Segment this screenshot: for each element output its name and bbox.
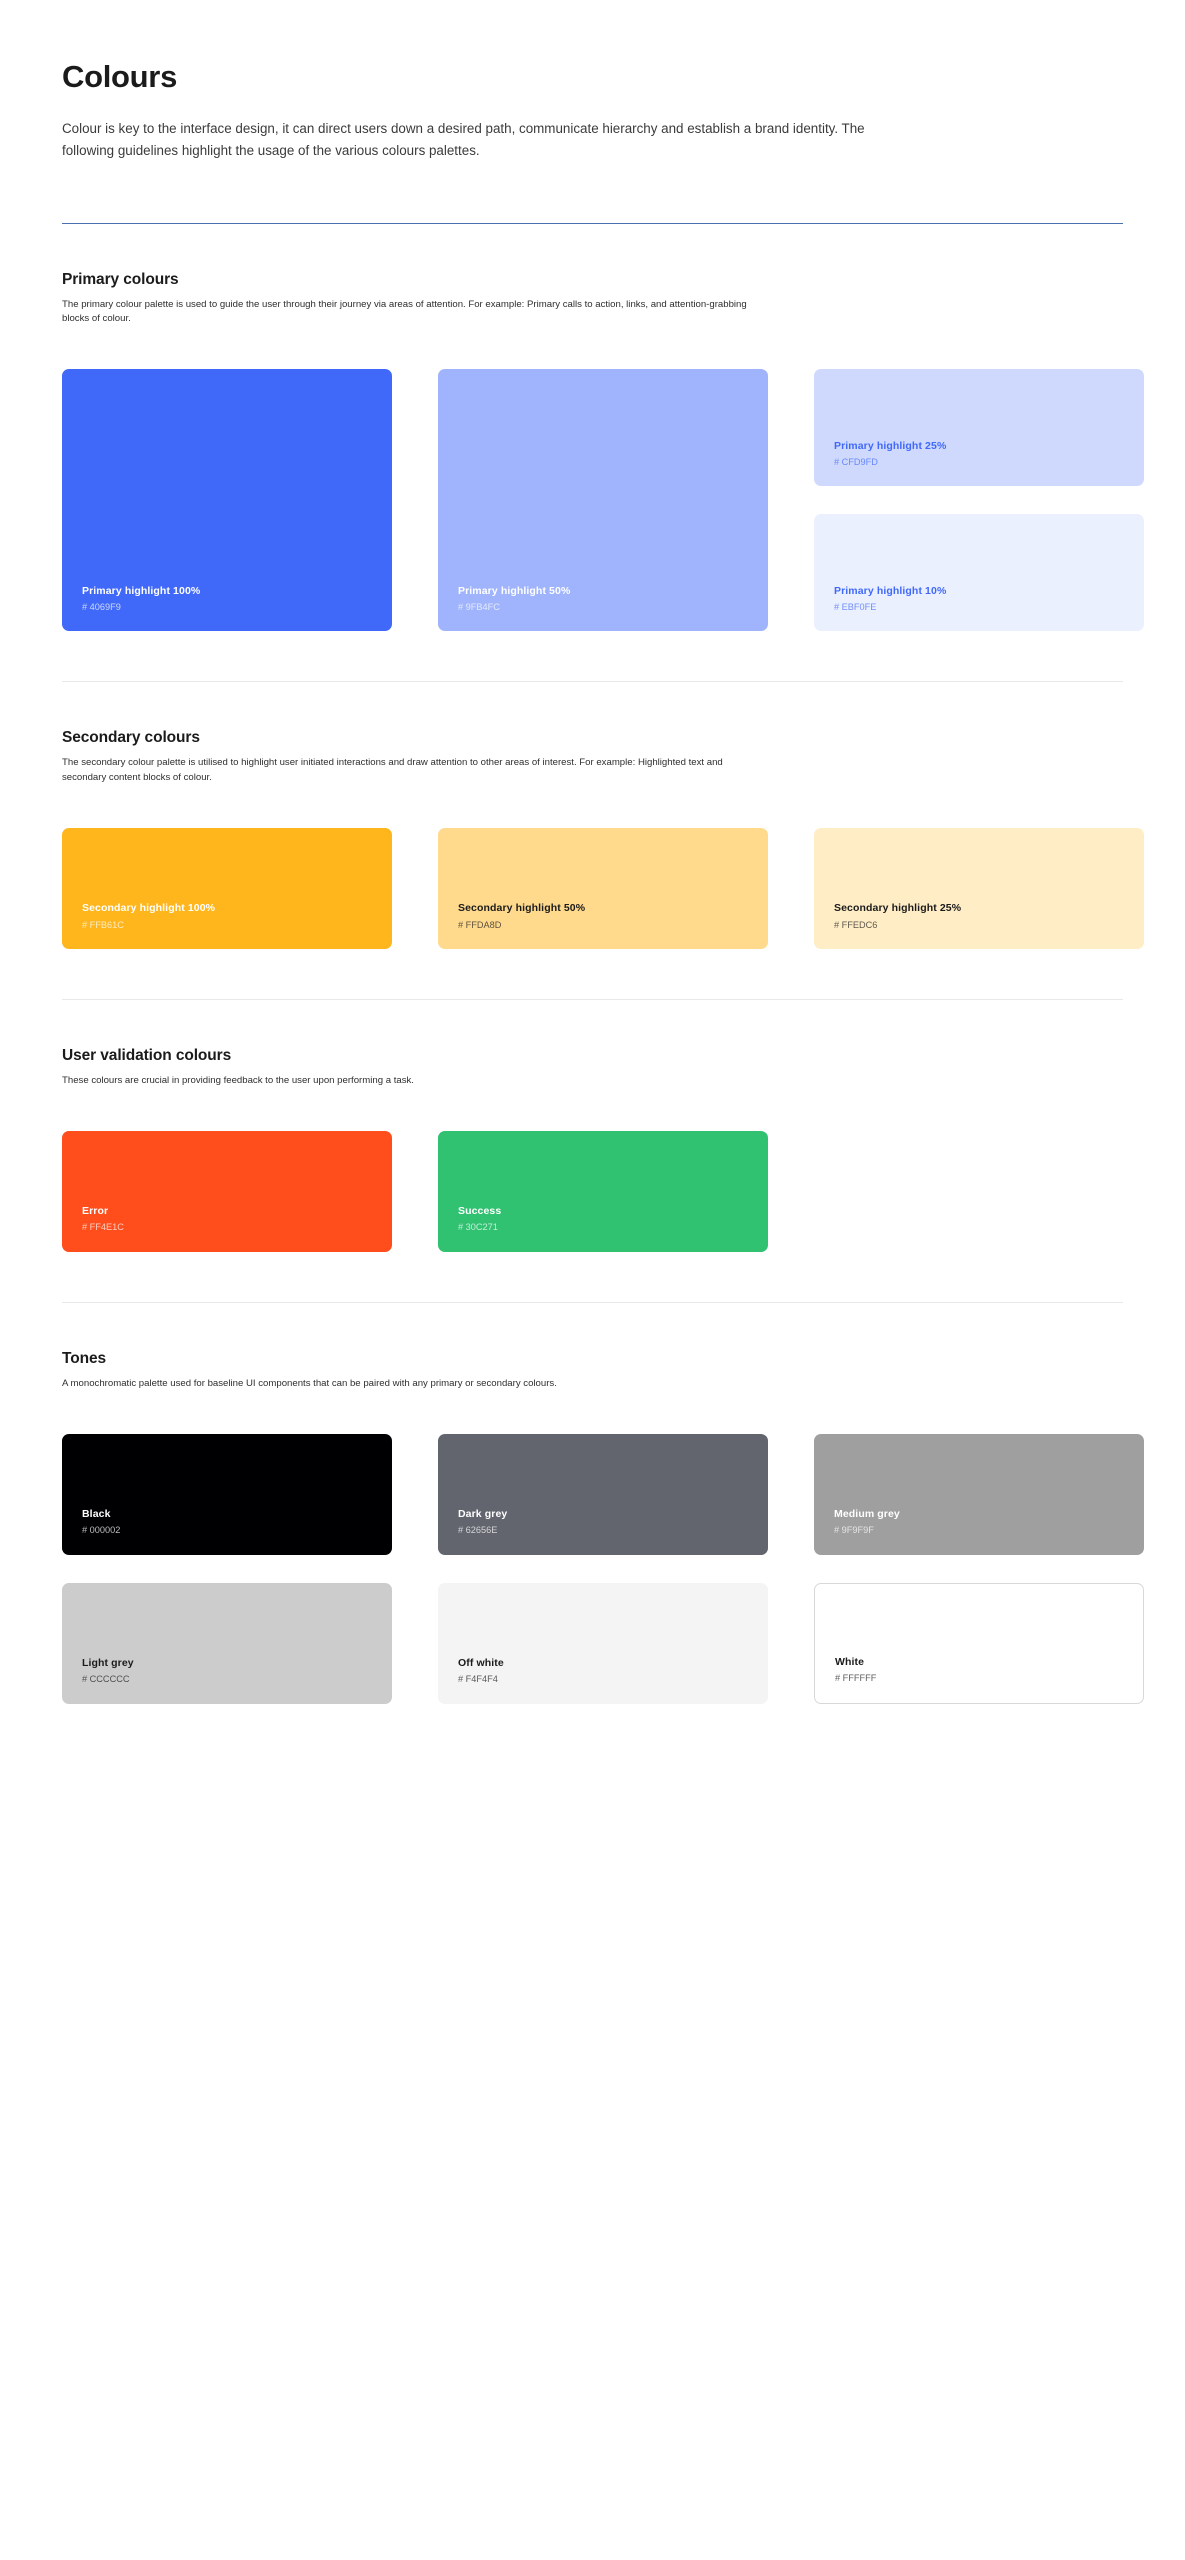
swatch-white[interactable]: White # FFFFFF (814, 1582, 1144, 1704)
primary-swatch-grid: Primary highlight 100% # 4069F9 Primary … (62, 369, 1144, 632)
section-primary-colours: Primary colours The primary colour palet… (62, 224, 1144, 632)
swatch-caption: Primary highlight 100% # 4069F9 (62, 584, 392, 632)
swatch-hex: # 4069F9 (82, 601, 121, 612)
swatch-name: Medium grey (834, 1508, 900, 1521)
swatch-caption: Black # 000002 (62, 1507, 392, 1555)
swatch-caption: Primary highlight 50% # 9FB4FC (438, 584, 768, 632)
swatch-error[interactable]: Error # FF4E1C (62, 1130, 392, 1252)
section-user-validation-colours: User validation colours These colours ar… (62, 1000, 1123, 1252)
swatch-caption: Error # FF4E1C (62, 1204, 392, 1252)
swatch-secondary-100[interactable]: Secondary highlight 100% # FFB61C (62, 828, 392, 950)
swatch-caption: Primary highlight 10% # EBF0FE (814, 584, 1144, 632)
swatch-primary-25[interactable]: Primary highlight 25% # CFD9FD (814, 369, 1144, 487)
swatch-hex: # FF4E1C (82, 1222, 124, 1233)
swatch-name: Off white (458, 1657, 504, 1670)
swatch-name: Error (82, 1205, 109, 1218)
swatch-hex: # 30C271 (458, 1222, 498, 1233)
section-description-primary: The primary colour palette is used to gu… (62, 298, 747, 325)
swatch-caption: Dark grey # 62656E (438, 1507, 768, 1555)
swatch-name: Secondary highlight 100% (82, 902, 216, 915)
swatch-hex: # EBF0FE (834, 601, 877, 612)
page-intro-text: Colour is key to the interface design, i… (62, 121, 865, 158)
section-secondary-colours: Secondary colours The secondary colour p… (62, 682, 1144, 950)
swatch-hex: # F4F4F4 (458, 1674, 498, 1685)
swatch-light-grey[interactable]: Light grey # CCCCCC (62, 1582, 392, 1704)
swatch-caption: Primary highlight 25% # CFD9FD (814, 439, 1144, 487)
swatch-medium-grey[interactable]: Medium grey # 9F9F9F (814, 1433, 1144, 1555)
secondary-swatch-grid: Secondary highlight 100% # FFB61C Second… (62, 828, 1144, 950)
swatch-name: Primary highlight 50% (458, 584, 571, 597)
swatch-secondary-25[interactable]: Secondary highlight 25% # FFEDC6 (814, 828, 1144, 950)
swatch-name: Light grey (82, 1657, 134, 1670)
swatch-name: Secondary highlight 25% (834, 902, 962, 915)
section-description-validation: These colours are crucial in providing f… (62, 1075, 414, 1087)
swatch-name: Black (82, 1508, 111, 1521)
swatch-success[interactable]: Success # 30C271 (438, 1130, 768, 1252)
swatch-caption: Secondary highlight 100% # FFB61C (62, 901, 392, 949)
swatch-caption: White # FFFFFF (815, 1655, 1143, 1703)
swatch-name: Primary highlight 100% (82, 584, 201, 597)
swatch-caption: Light grey # CCCCCC (62, 1656, 392, 1704)
swatch-name: Primary highlight 10% (834, 584, 947, 597)
swatch-black[interactable]: Black # 000002 (62, 1433, 392, 1555)
section-title-tones: Tones (62, 1349, 106, 1367)
swatch-hex: # FFEDC6 (834, 919, 878, 930)
primary-swatch-column-right: Primary highlight 25% # CFD9FD Primary h… (814, 369, 1144, 632)
swatch-hex: # 9FB4FC (458, 601, 500, 612)
section-title-validation: User validation colours (62, 1047, 232, 1065)
swatch-primary-10[interactable]: Primary highlight 10% # EBF0FE (814, 514, 1144, 632)
swatch-caption: Secondary highlight 50% # FFDA8D (438, 901, 768, 949)
swatch-secondary-50[interactable]: Secondary highlight 50% # FFDA8D (438, 828, 768, 950)
swatch-name: Success (458, 1205, 502, 1218)
swatch-hex: # 62656E (458, 1525, 498, 1536)
colours-style-guide-page: Colours Colour is key to the interface d… (0, 0, 1185, 2560)
swatch-caption: Success # 30C271 (438, 1204, 768, 1252)
section-title-primary: Primary colours (62, 270, 179, 288)
page-title: Colours (62, 59, 178, 94)
section-tones: Tones A monochromatic palette used for b… (62, 1303, 1144, 1704)
swatch-hex: # FFDA8D (458, 919, 502, 930)
swatch-hex: # 000002 (82, 1525, 121, 1536)
swatch-hex: # CFD9FD (834, 456, 878, 467)
swatch-dark-grey[interactable]: Dark grey # 62656E (438, 1433, 768, 1555)
swatch-hex: # 9F9F9F (834, 1525, 874, 1536)
section-title-secondary: Secondary colours (62, 729, 200, 747)
swatch-name: Dark grey (458, 1508, 508, 1521)
tones-swatch-grid: Black # 000002 Dark grey # 62656E Medium… (62, 1433, 1144, 1704)
swatch-caption: Secondary highlight 25% # FFEDC6 (814, 901, 1144, 949)
swatch-hex: # FFFFFF (835, 1673, 877, 1684)
swatch-hex: # CCCCCC (82, 1674, 130, 1685)
swatch-name: Secondary highlight 50% (458, 902, 586, 915)
swatch-name: Primary highlight 25% (834, 439, 947, 452)
swatch-name: White (835, 1656, 865, 1669)
section-description-secondary: The secondary colour palette is utilised… (62, 757, 723, 784)
page-header: Colours Colour is key to the interface d… (62, 0, 1123, 162)
swatch-caption: Medium grey # 9F9F9F (814, 1507, 1144, 1555)
swatch-hex: # FFB61C (82, 919, 124, 930)
swatch-primary-50[interactable]: Primary highlight 50% # 9FB4FC (438, 369, 768, 632)
swatch-primary-100[interactable]: Primary highlight 100% # 4069F9 (62, 369, 392, 632)
swatch-off-white[interactable]: Off white # F4F4F4 (438, 1582, 768, 1704)
swatch-caption: Off white # F4F4F4 (438, 1656, 768, 1704)
section-description-tones: A monochromatic palette used for baselin… (62, 1377, 557, 1389)
validation-swatch-grid: Error # FF4E1C Success # 30C271 (62, 1130, 1123, 1252)
